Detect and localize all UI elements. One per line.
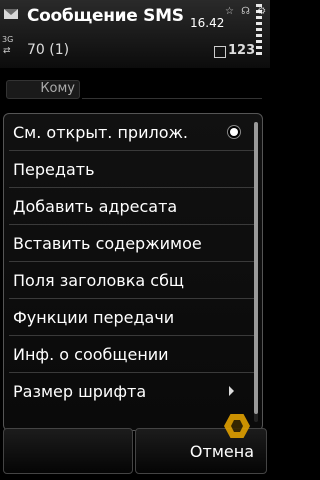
menu-item-label: Размер шрифта — [13, 382, 147, 401]
options-menu: См. открыт. прилож. Передать Добавить ад… — [3, 113, 263, 431]
data-transfer-icon: ⇄ — [3, 46, 11, 56]
cancel-label: Отмена — [189, 442, 254, 461]
cancel-button[interactable]: Отмена — [135, 428, 267, 474]
menu-item-label: Инф. о сообщении — [13, 345, 169, 364]
to-label: Кому — [40, 81, 75, 96]
network-type: 3G — [2, 35, 14, 44]
envelope-icon — [4, 9, 18, 19]
status-bar: Сообщение SMS ☆ ☊ ⚙ 16.42 3G ⇄ 70 (1) 12… — [0, 0, 270, 68]
left-softkey[interactable] — [3, 428, 133, 474]
to-button[interactable]: Кому — [6, 80, 80, 99]
recipient-field[interactable] — [82, 98, 262, 99]
menu-item-label: Добавить адресата — [13, 197, 178, 216]
menu-item-open-apps[interactable]: См. открыт. прилож. — [4, 114, 262, 151]
menu-item-label: Передать — [13, 160, 95, 179]
menu-item-label: Поля заголовка сбщ — [13, 271, 184, 290]
battery-icon — [256, 4, 262, 56]
menu-item-header-fields[interactable]: Поля заголовка сбщ — [4, 262, 262, 299]
scrollbar-thumb[interactable] — [254, 122, 258, 414]
app-title: Сообщение SMS — [27, 6, 184, 26]
input-mode-icon — [214, 46, 226, 58]
menu-item-send[interactable]: Передать — [4, 151, 262, 188]
menu-item-label: См. открыт. прилож. — [13, 123, 188, 142]
input-mode: 123 — [228, 43, 256, 58]
softkey-bar: Отмена — [3, 428, 267, 474]
menu-item-label: Вставить содержимое — [13, 234, 202, 253]
clock-time: 16.42 — [190, 16, 225, 30]
radio-selected-icon — [230, 128, 238, 136]
menu-item-message-info[interactable]: Инф. о сообщении — [4, 336, 262, 373]
menu-item-label: Функции передачи — [13, 308, 175, 327]
menu-item-send-options[interactable]: Функции передачи — [4, 299, 262, 336]
menu-item-insert-content[interactable]: Вставить содержимое — [4, 225, 262, 262]
char-counter: 70 (1) — [27, 42, 70, 58]
menu-item-add-recipient[interactable]: Добавить адресата — [4, 188, 262, 225]
menu-item-font-size[interactable]: Размер шрифта — [4, 373, 262, 410]
submenu-arrow-icon — [229, 386, 234, 396]
